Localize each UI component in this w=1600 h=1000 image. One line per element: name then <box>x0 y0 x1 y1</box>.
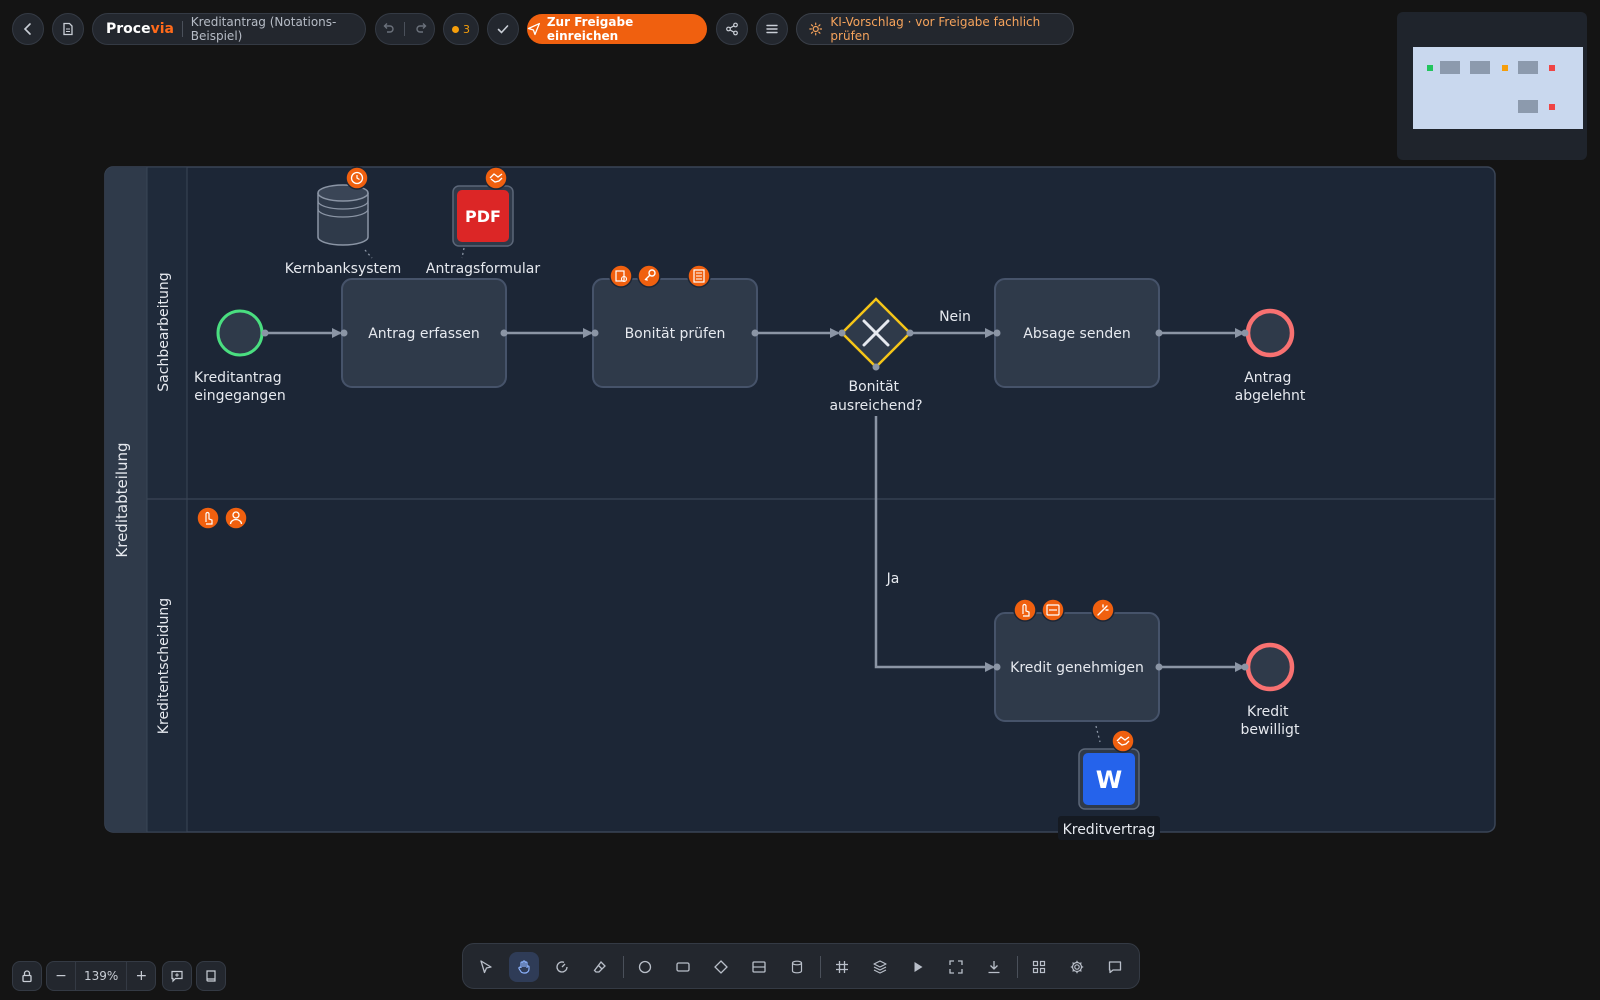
hand-tool[interactable] <box>509 952 539 982</box>
flow-label-yes: Ja <box>886 571 900 587</box>
user-badge-icon[interactable] <box>224 506 248 530</box>
lock-icon <box>22 970 32 983</box>
gear-icon <box>1070 960 1084 974</box>
apps-button[interactable] <box>1024 952 1054 982</box>
pool-label: Kreditabteilung <box>113 442 131 557</box>
magic-badge-icon[interactable] <box>1091 598 1115 622</box>
document-search-badge-icon[interactable] <box>609 264 633 288</box>
start-event-label-line: eingegangen <box>194 388 286 404</box>
data-object-label: Kreditvertrag <box>1063 822 1156 838</box>
task-absage-senden[interactable]: Absage senden <box>993 278 1163 388</box>
database-icon <box>791 960 803 974</box>
layers-button[interactable] <box>865 952 895 982</box>
data-store-tool[interactable] <box>782 952 812 982</box>
clock-badge-icon[interactable] <box>345 166 369 190</box>
export-button[interactable] <box>979 952 1009 982</box>
zoom-out-button[interactable]: − <box>47 968 75 984</box>
task-label: Bonität prüfen <box>625 326 726 342</box>
guide-button[interactable] <box>196 961 227 991</box>
zoom-group: − 139% + <box>46 961 157 991</box>
eraser-tool[interactable] <box>585 952 615 982</box>
apps-grid-icon <box>1032 960 1046 974</box>
grid-toggle[interactable] <box>827 952 857 982</box>
layers-icon <box>873 960 887 974</box>
bottom-toolbar <box>462 943 1140 989</box>
play-icon <box>914 962 923 972</box>
comment-plus-icon <box>171 970 183 983</box>
zoom-level[interactable]: 139% <box>75 961 128 991</box>
connect-tool[interactable] <box>547 952 577 982</box>
lanes-icon <box>752 961 766 973</box>
download-icon <box>988 961 1000 974</box>
task-kredit-genehmigen[interactable]: Kredit genehmigen <box>993 612 1163 722</box>
book-icon <box>206 970 216 982</box>
diamond-icon <box>714 960 728 974</box>
zoom-controls: − 139% + <box>12 961 230 993</box>
eraser-icon <box>593 961 606 973</box>
lock-button[interactable] <box>12 961 42 991</box>
task-label: Kredit genehmigen <box>1010 660 1144 676</box>
flow-label-no: Nein <box>939 309 971 325</box>
data-object-label: Antragsformular <box>426 261 540 277</box>
task-label: Antrag erfassen <box>368 326 480 342</box>
cursor-icon <box>480 960 492 974</box>
task-label: Absage senden <box>1023 326 1130 342</box>
event-tool[interactable] <box>630 952 660 982</box>
gateway-label-line: Bonität <box>849 379 900 395</box>
end-event-approved-line: bewilligt <box>1241 722 1300 738</box>
lane-label-sachbearbeitung: Sachbearbeitung <box>156 272 172 391</box>
gateway-tool[interactable] <box>706 952 736 982</box>
end-event-approved-line: Kredit <box>1247 704 1289 720</box>
task-tool[interactable] <box>668 952 698 982</box>
gateway-label-line: ausreichend? <box>829 398 922 414</box>
bpmn-canvas[interactable]: Kreditabteilung Sachbearbeitung Krediten… <box>0 0 1600 1000</box>
settings-button[interactable] <box>1062 952 1092 982</box>
end-event-rejected-line: Antrag <box>1244 370 1291 386</box>
simulate-button[interactable] <box>903 952 933 982</box>
expand-icon <box>949 960 963 974</box>
rectangle-icon <box>676 962 690 972</box>
circle-icon <box>638 960 652 974</box>
hand-icon <box>518 960 530 974</box>
lane-label-kreditentscheidung: Kreditentscheidung <box>156 598 172 734</box>
data-store-kernbanksystem[interactable] <box>317 184 369 246</box>
end-event-rejected-line: abgelehnt <box>1235 388 1306 404</box>
word-badge: W <box>1096 766 1122 794</box>
task-antrag-erfassen[interactable]: Antrag erfassen <box>340 278 508 388</box>
pdf-badge: PDF <box>465 207 501 226</box>
comment-add-button[interactable] <box>162 961 193 991</box>
start-event-label-line: Kreditantrag <box>194 370 282 386</box>
grid-icon <box>836 961 848 973</box>
comment-icon <box>1108 961 1122 974</box>
handshake-badge-icon[interactable] <box>484 166 508 190</box>
touch-badge-icon[interactable] <box>1013 598 1037 622</box>
lane-tool[interactable] <box>744 952 774 982</box>
transfer-badge-icon[interactable] <box>1041 598 1065 622</box>
report-badge-icon[interactable] <box>687 264 711 288</box>
key-badge-icon[interactable] <box>637 264 661 288</box>
zoom-in-button[interactable]: + <box>127 968 155 984</box>
lasso-icon <box>556 961 568 973</box>
touch-badge-icon[interactable] <box>196 506 220 530</box>
handshake-badge-icon[interactable] <box>1111 729 1135 753</box>
fit-view-button[interactable] <box>941 952 971 982</box>
data-store-label: Kernbanksystem <box>285 261 402 277</box>
select-tool[interactable] <box>471 952 501 982</box>
data-object-antragsformular[interactable]: PDF <box>452 185 514 247</box>
comments-button[interactable] <box>1100 952 1130 982</box>
task-bonitaet-pruefen[interactable]: Bonität prüfen <box>591 278 759 388</box>
